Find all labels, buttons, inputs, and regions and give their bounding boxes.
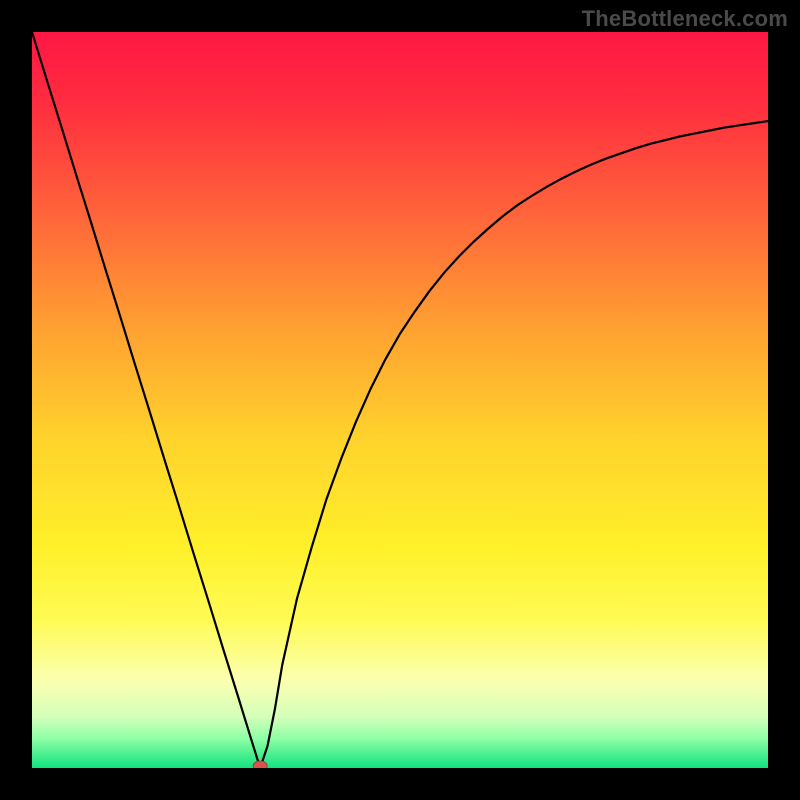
watermark-label: TheBottleneck.com xyxy=(582,6,788,32)
chart-svg xyxy=(32,32,768,768)
optimal-marker xyxy=(253,761,267,768)
chart-frame: TheBottleneck.com xyxy=(0,0,800,800)
plot-area xyxy=(32,32,768,768)
